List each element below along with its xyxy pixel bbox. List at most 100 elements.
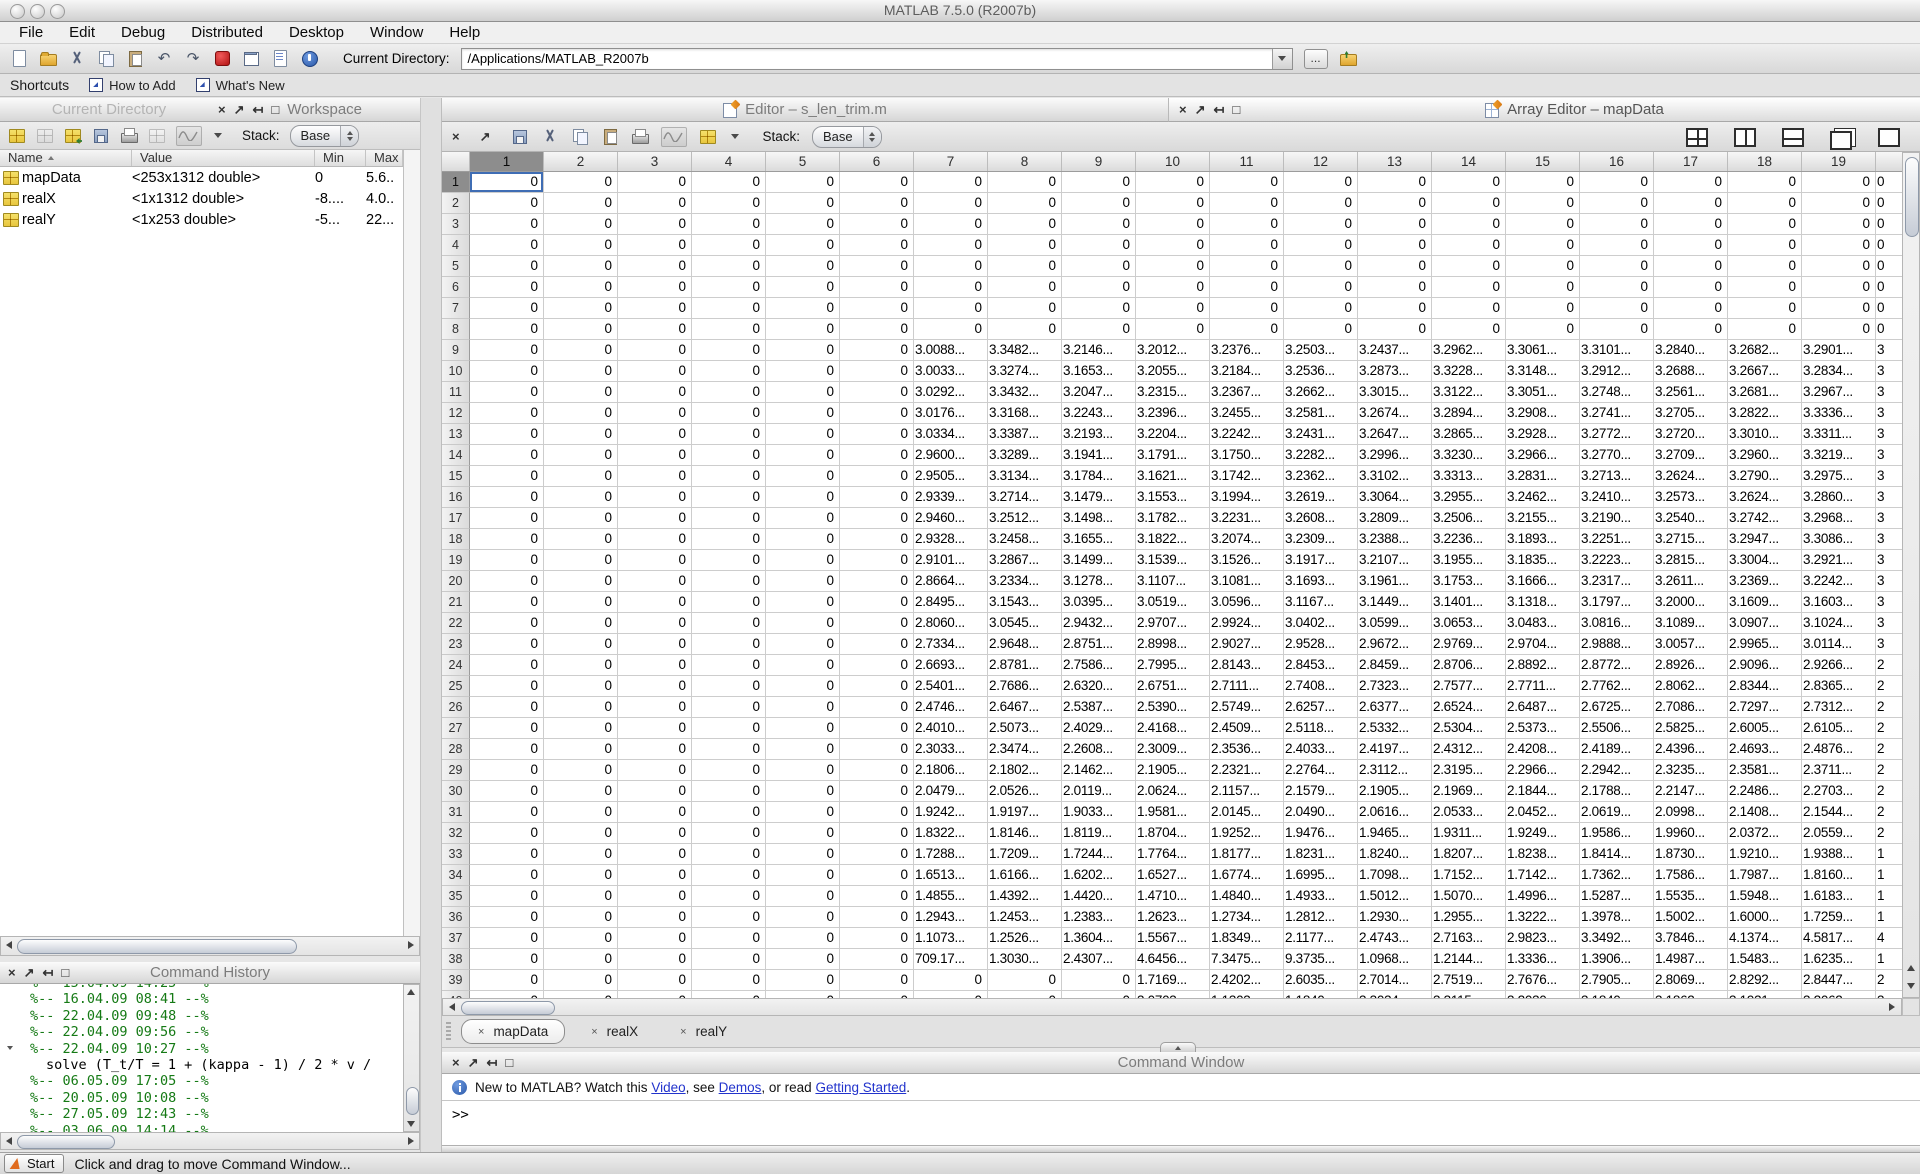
grid-cell[interactable]: 0 [618,886,692,907]
grid-cell[interactable]: 0 [1284,235,1358,256]
grid-cell[interactable]: 1.6527... [1136,865,1210,886]
grid-cell[interactable]: 2.6693... [914,655,988,676]
grid-cell[interactable]: 0 [1802,319,1876,340]
workspace-vertical-scrollbar[interactable] [403,150,420,936]
grid-cell[interactable]: 3.2573... [1654,487,1728,508]
history-entry[interactable]: %-- 06.05.09 17:05 --% [0,1073,403,1089]
grid-cell[interactable]: 0 [692,424,766,445]
grid-cell[interactable]: 1.8119... [1062,823,1136,844]
column-header[interactable]: 13 [1358,152,1432,171]
shortcut-how-to-add[interactable]: How to Add [89,78,176,93]
grid-cell[interactable]: 0 [544,844,618,865]
grid-cell[interactable]: 3.2624... [1728,487,1802,508]
grid-cell[interactable]: 0 [1210,319,1284,340]
grid-cell[interactable]: 3.2455... [1210,403,1284,424]
grid-cell[interactable]: 3.2647... [1358,424,1432,445]
grid-cell[interactable]: 3.2619... [1284,487,1358,508]
grid-cell[interactable]: 0 [1654,214,1728,235]
grid-cell[interactable]: 3.3034... [1358,991,1432,998]
grid-cell[interactable]: 3.2962... [1432,340,1506,361]
grid-cell[interactable]: 3.1655... [1062,529,1136,550]
grid-cell[interactable]: 0 [1580,235,1654,256]
grid-cell[interactable]: 1.5535... [1654,886,1728,907]
grid-cell[interactable]: 1.6235... [1802,949,1876,970]
column-header[interactable]: 4 [692,152,766,171]
grid-cell[interactable]: 1.7362... [1580,865,1654,886]
grid-cell[interactable]: 0 [692,529,766,550]
row-header[interactable]: 40 [442,991,470,998]
grid-cell[interactable]: 1.2955... [1432,907,1506,928]
grid-cell[interactable]: 2.8292... [1728,970,1802,991]
import-data-icon[interactable] [64,127,82,144]
row-header[interactable]: 15 [442,466,470,487]
grid-cell[interactable]: 2.2966... [1506,760,1580,781]
grid-cell[interactable]: 0 [766,550,840,571]
grid-cell[interactable]: 1.2383... [1062,907,1136,928]
grid-cell[interactable]: 2.9769... [1432,634,1506,655]
grid-cell[interactable]: 3 [1876,424,1902,445]
grid-cell[interactable]: 0 [470,592,544,613]
grid-cell[interactable]: 3.3289... [988,445,1062,466]
grid-cell[interactable]: 0 [1580,277,1654,298]
grid-cell[interactable]: 3.1917... [1284,550,1358,571]
grid-cell[interactable]: 709.17... [914,949,988,970]
grid-cell[interactable]: 0 [1728,319,1802,340]
grid-cell[interactable]: 0 [766,424,840,445]
grid-cell[interactable]: 2.4189... [1580,739,1654,760]
grid-cell[interactable]: 0 [766,781,840,802]
grid-cell[interactable]: 0 [544,613,618,634]
row-header[interactable]: 20 [442,571,470,592]
grid-cell[interactable]: 2.0998... [1654,802,1728,823]
row-header[interactable]: 37 [442,928,470,949]
grid-cell[interactable]: 1.9465... [1358,823,1432,844]
grid-cell[interactable]: 9.3735... [1284,949,1358,970]
grid-cell[interactable]: 0 [544,508,618,529]
grid-cell[interactable]: 0 [618,571,692,592]
grid-cell[interactable]: 0 [692,487,766,508]
grid-cell[interactable]: 0 [988,172,1062,193]
grid-cell[interactable]: 3.3086... [1802,529,1876,550]
grid-cell[interactable]: 4.5817... [1802,928,1876,949]
grid-cell[interactable]: 0 [544,718,618,739]
grid-cell[interactable]: 0 [1136,298,1210,319]
grid-cell[interactable]: 3.3101... [1580,340,1654,361]
grid-cell[interactable]: 3.2667... [1728,361,1802,382]
grid-cell[interactable]: 0 [1506,214,1580,235]
grid-cell[interactable]: 1.3030... [988,949,1062,970]
grid-cell[interactable]: 3.2367... [1210,382,1284,403]
grid-cell[interactable]: 3 [1876,487,1902,508]
menu-item-desktop[interactable]: Desktop [276,22,357,44]
undock-icon[interactable]: ↗ [1195,102,1206,117]
grid-cell[interactable]: 2.7323... [1358,676,1432,697]
grid-cell[interactable]: 0 [544,487,618,508]
grid-cell[interactable]: 2.3235... [1654,760,1728,781]
grid-cell[interactable]: 0 [840,487,914,508]
grid-cell[interactable]: 3.2662... [1284,382,1358,403]
grid-cell[interactable]: 0 [1580,172,1654,193]
grid-cell[interactable]: 3.3115... [1432,991,1506,998]
grid-cell[interactable]: 0 [618,445,692,466]
grid-cell[interactable]: 0 [618,655,692,676]
grid-cell[interactable]: 2.6487... [1506,697,1580,718]
grid-cell[interactable]: 3.2742... [1728,508,1802,529]
grid-cell[interactable]: 2.7519... [1432,970,1506,991]
grid-cell[interactable]: 2.1408... [1728,802,1802,823]
command-history-vertical-scrollbar[interactable] [403,984,420,1132]
grid-cell[interactable]: 7.3475... [1210,949,1284,970]
array-editor-title-bar[interactable]: ×↗↤□ Array Editor – mapData [1168,98,1920,122]
grid-cell[interactable]: 0 [988,319,1062,340]
grid-cell[interactable]: 3.2955... [1432,487,1506,508]
grid-cell[interactable]: 0 [470,550,544,571]
close-tab-icon[interactable]: × [591,1026,597,1038]
command-history-horizontal-scrollbar[interactable] [0,1132,420,1150]
grid-cell[interactable]: 0 [618,403,692,424]
grid-cell[interactable]: 0 [914,256,988,277]
grid-cell[interactable]: 2.7408... [1284,676,1358,697]
grid-cell[interactable]: 3.2062... [1802,991,1876,998]
grid-cell[interactable]: 2.8751... [1062,634,1136,655]
column-header[interactable]: 16 [1580,152,1654,171]
grid-cell[interactable]: 3.2713... [1580,466,1654,487]
grid-cell[interactable]: 0 [618,634,692,655]
workspace-variable-row[interactable]: mapData<253x1312 double>05.6.. [0,167,403,188]
grid-cell[interactable]: 2.7577... [1432,676,1506,697]
